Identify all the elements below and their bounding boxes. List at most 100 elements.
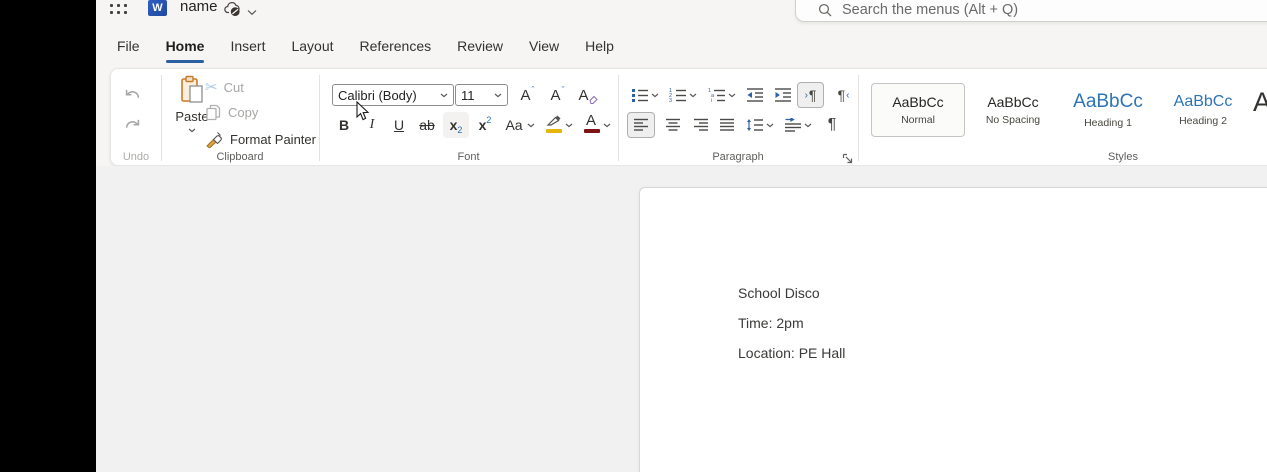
justify-button[interactable]: [714, 112, 740, 138]
word-logo-icon[interactable]: W: [148, 0, 167, 16]
paragraph-group-label: Paragraph: [712, 151, 764, 163]
align-right-button[interactable]: [688, 112, 714, 138]
word-app: W name Search the menus (Alt + Q) File H…: [96, 0, 1267, 472]
paragraph-spacing-icon: [785, 118, 801, 132]
tab-file[interactable]: File: [117, 38, 140, 61]
tab-insert[interactable]: Insert: [230, 38, 265, 61]
decrease-indent-icon: [747, 88, 763, 102]
clipboard-group-label: Clipboard: [216, 151, 264, 163]
document-line[interactable]: School Disco: [738, 284, 820, 302]
style-no-spacing[interactable]: AaBbCc No Spacing: [966, 83, 1060, 137]
copy-button[interactable]: Copy: [205, 104, 258, 121]
grow-font-icon: A: [520, 86, 531, 104]
format-painter-button[interactable]: Format Painter: [205, 130, 316, 148]
clear-formatting-button[interactable]: A: [575, 82, 601, 108]
bullets-button[interactable]: [629, 83, 661, 107]
style-name: Heading 1: [1084, 117, 1132, 129]
cut-button[interactable]: ✂ Cut: [205, 78, 244, 96]
font-color-chevron-down-icon: [603, 123, 611, 127]
ltr-text-direction-button[interactable]: › ¶: [797, 82, 824, 108]
align-center-button[interactable]: [660, 112, 686, 138]
style-normal[interactable]: AaBbCc Normal: [871, 83, 965, 137]
align-left-icon: [634, 118, 648, 131]
bold-button[interactable]: B: [333, 113, 355, 137]
undo-button[interactable]: [119, 81, 145, 105]
change-case-button[interactable]: Aa: [502, 113, 538, 137]
tab-references[interactable]: References: [360, 38, 432, 61]
highlighter-icon: [543, 115, 565, 135]
underline-button[interactable]: U: [388, 113, 410, 137]
tab-layout[interactable]: Layout: [291, 38, 333, 61]
style-heading-1[interactable]: AaBbCc Heading 1: [1061, 83, 1155, 137]
line-spacing-button[interactable]: [742, 112, 778, 138]
decrease-indent-button[interactable]: [743, 83, 767, 107]
shrink-font-icon: A: [550, 86, 561, 104]
bullets-chevron-down-icon: [651, 93, 659, 97]
paste-icon: [181, 75, 203, 103]
style-heading-2[interactable]: AaBbCc Heading 2: [1156, 83, 1250, 137]
line-spacing-chevron-down-icon: [766, 123, 774, 127]
subscript-button[interactable]: x 2: [443, 112, 469, 138]
text-highlight-button[interactable]: [541, 113, 575, 137]
multilevel-list-button[interactable]: 1 a i: [705, 83, 739, 107]
style-name: No Spacing: [985, 114, 1041, 126]
show-formatting-marks-button[interactable]: ¶: [820, 112, 844, 138]
bold-icon: B: [338, 117, 350, 133]
clipboard-group: Paste ✂ Cut Copy Format Painter Clipboar…: [161, 69, 319, 167]
strikethrough-button[interactable]: ab: [414, 113, 440, 137]
rtl-arrow: ‹: [846, 89, 850, 101]
font-name-chevron-down-icon: [440, 93, 448, 97]
paragraph-spacing-button[interactable]: [780, 112, 816, 138]
styles-group: AaBbCc Normal AaBbCc No Spacing AaBbCc H…: [858, 69, 1267, 167]
numbering-button[interactable]: 1 2 3: [667, 83, 699, 107]
align-left-button[interactable]: [627, 112, 655, 138]
font-size-select[interactable]: 11: [455, 84, 508, 106]
save-status-icon[interactable]: [224, 0, 242, 18]
superscript-button[interactable]: x 2: [472, 112, 498, 138]
ribbon-tab-row: File Home Insert Layout References Revie…: [117, 38, 640, 63]
paragraph-spacing-chevron-down-icon: [804, 123, 812, 127]
increase-indent-button[interactable]: [771, 83, 795, 107]
rtl-text-direction-button[interactable]: ¶ ‹: [830, 82, 857, 108]
rtl-pilcrow-icon: ¶: [837, 87, 846, 103]
bullets-icon: [632, 89, 648, 102]
align-center-icon: [666, 118, 680, 131]
search-bar[interactable]: [795, 0, 1267, 22]
strikethrough-icon: ab: [419, 117, 435, 133]
document-line[interactable]: Location: PE Hall: [738, 344, 845, 362]
cut-icon: ✂: [205, 79, 218, 96]
numbering-icon: 1 2 3: [669, 88, 686, 103]
justify-icon: [720, 118, 734, 131]
style-partial-sample[interactable]: A: [1253, 87, 1267, 118]
font-size-value: 11: [461, 87, 475, 103]
document-page[interactable]: School Disco Time: 2pm Location: PE Hall: [639, 187, 1267, 472]
numbering-chevron-down-icon: [689, 93, 697, 97]
search-icon: [818, 3, 832, 22]
italic-button[interactable]: I: [361, 113, 383, 137]
undo-group: Undo: [111, 69, 161, 167]
document-line[interactable]: Time: 2pm: [738, 314, 804, 332]
redo-button[interactable]: [119, 111, 145, 135]
font-color-button[interactable]: A: [579, 112, 613, 137]
undo-group-label: Undo: [122, 151, 150, 163]
title-chevron-down-icon[interactable]: [247, 3, 257, 21]
line-spacing-icon: [747, 119, 763, 131]
paragraph-group: 1 2 3 1 a i › ¶ ¶ ‹ ¶ Paragraph: [618, 69, 858, 167]
tab-review[interactable]: Review: [457, 38, 503, 61]
ribbon: Undo Paste ✂ Cut Copy Format Painter Cli…: [110, 68, 1267, 166]
app-launcher-icon[interactable]: [110, 0, 130, 17]
shrink-font-button[interactable]: A ˇ: [545, 82, 569, 108]
tab-view[interactable]: View: [529, 38, 559, 61]
document-title[interactable]: name: [180, 0, 218, 17]
search-input[interactable]: [842, 0, 1267, 20]
font-name-select[interactable]: Calibri (Body): [332, 84, 454, 106]
font-group-label: Font: [457, 151, 480, 163]
tab-help[interactable]: Help: [585, 38, 614, 61]
subscript-icon: x: [449, 117, 458, 133]
tab-home[interactable]: Home: [165, 38, 204, 63]
word-online-window: W name Search the menus (Alt + Q) File H…: [0, 0, 1267, 472]
pilcrow-icon: ¶: [827, 116, 837, 133]
grow-font-button[interactable]: A ˆ: [515, 82, 539, 108]
title-bar: W name: [96, 0, 1267, 24]
document-canvas: School Disco Time: 2pm Location: PE Hall: [96, 166, 1267, 472]
